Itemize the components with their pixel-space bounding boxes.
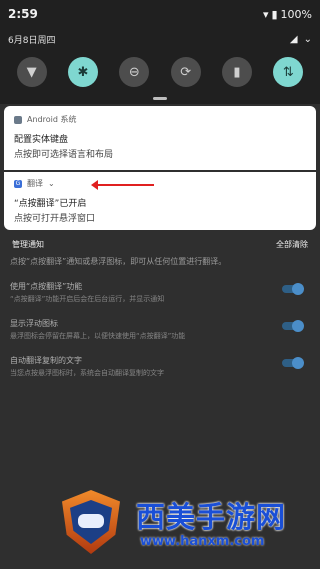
watermark: 西美手游网 www.hanxm.com bbox=[0, 480, 320, 569]
setting-toggle[interactable] bbox=[282, 357, 304, 369]
setting-toggle[interactable] bbox=[282, 283, 304, 295]
notification-actions: 管理通知 全部清除 bbox=[0, 234, 320, 254]
gamepad-icon bbox=[78, 514, 104, 528]
status-bar: 2:59 ▾ ▮ 100% bbox=[0, 0, 320, 28]
background-app-settings: 点按“点按翻译”通知或悬浮图标，即可从任何位置进行翻译。 使用“点按翻译”功能 … bbox=[0, 254, 320, 414]
setting-title: 自动翻译复制的文字 bbox=[10, 356, 82, 365]
notification-title: 配置实体键盘 bbox=[14, 135, 69, 145]
shade-handle-row bbox=[0, 94, 320, 104]
notification-text: 点按可打开悬浮窗口 bbox=[14, 214, 96, 224]
date-label: 6月8日周四 bbox=[8, 35, 56, 46]
setting-row[interactable]: 自动翻译复制的文字 当您点按悬浮图标时，系统会自动翻译复制的文字 bbox=[10, 355, 310, 378]
status-time: 2:59 bbox=[8, 7, 38, 21]
clear-all-button[interactable]: 全部清除 bbox=[276, 239, 308, 250]
notification-title: “点按翻译”已开启 bbox=[14, 199, 87, 209]
signal-icon: ◢ bbox=[289, 33, 298, 45]
android-icon bbox=[14, 115, 22, 124]
dnd-icon[interactable]: ⊖ bbox=[119, 57, 150, 87]
watermark-title: 西美手游网 bbox=[136, 500, 287, 534]
rotate-icon[interactable]: ⟳ bbox=[170, 57, 201, 87]
wifi-status-icon: ▾ bbox=[262, 7, 269, 21]
setting-row[interactable]: 显示浮动图标 悬浮图标会停留在屏幕上，以便快速使用“点按翻译”功能 bbox=[10, 318, 310, 341]
drag-handle[interactable] bbox=[153, 97, 167, 100]
notification-keyboard[interactable]: Android 系统 配置实体键盘 点按即可选择语言和布局 bbox=[4, 106, 316, 170]
notification-translate[interactable]: G 翻译 ⌄ “点按翻译”已开启 点按可打开悬浮窗口 bbox=[4, 172, 316, 230]
quick-settings-tiles: ▼ ✱ ⊖ ⟳ ▮ ⇅ bbox=[0, 50, 320, 94]
bluetooth-icon[interactable]: ✱ bbox=[67, 57, 98, 87]
setting-toggle[interactable] bbox=[282, 320, 304, 332]
battery-saver-icon[interactable]: ▮ bbox=[221, 57, 252, 87]
wifi-icon[interactable]: ▼ bbox=[16, 57, 47, 87]
setting-desc: “点按翻译”功能开启后会在后台运行，并显示通知 bbox=[10, 295, 165, 303]
setting-desc: 悬浮图标会停留在屏幕上，以便快速使用“点按翻译”功能 bbox=[10, 332, 186, 340]
translate-icon: G bbox=[14, 179, 22, 188]
chevron-down-icon[interactable]: ⌄ bbox=[304, 34, 312, 45]
setting-title: 显示浮动图标 bbox=[10, 319, 58, 328]
setting-title: 使用“点按翻译”功能 bbox=[10, 282, 83, 291]
setting-desc: 当您点按悬浮图标时，系统会自动翻译复制的文字 bbox=[10, 369, 164, 377]
battery-level: 100% bbox=[280, 7, 312, 21]
notification-text: 点按即可选择语言和布局 bbox=[14, 150, 114, 160]
battery-icon: ▮ bbox=[271, 7, 278, 21]
setting-row[interactable]: 使用“点按翻译”功能 “点按翻译”功能开启后会在后台运行，并显示通知 bbox=[10, 281, 310, 304]
quick-settings-header: 6月8日周四 ◢ ⌄ bbox=[0, 28, 320, 50]
data-icon[interactable]: ⇅ bbox=[273, 57, 304, 87]
manage-notifications-button[interactable]: 管理通知 bbox=[12, 239, 44, 250]
intro-text: 点按“点按翻译”通知或悬浮图标，即可从任何位置进行翻译。 bbox=[10, 257, 227, 266]
watermark-url: www.hanxm.com bbox=[140, 534, 265, 549]
chevron-down-icon[interactable]: ⌄ bbox=[48, 179, 55, 188]
red-arrow-annotation bbox=[91, 180, 154, 190]
notification-app-name: 翻译 bbox=[27, 179, 43, 188]
notification-app-name: Android 系统 bbox=[27, 115, 77, 124]
